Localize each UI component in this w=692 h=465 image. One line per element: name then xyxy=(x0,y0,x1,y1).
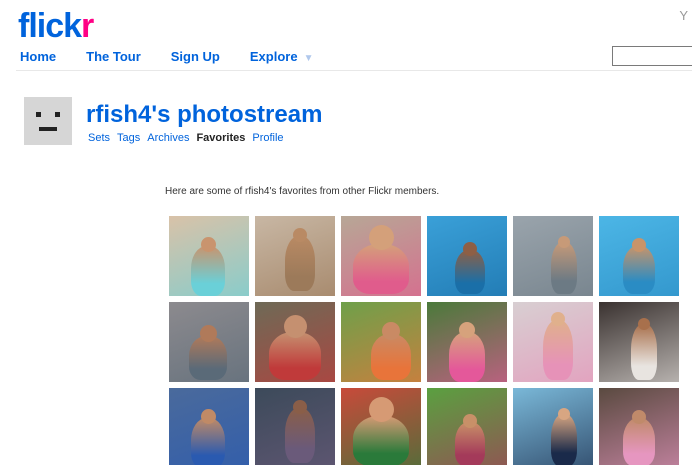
photostream-title[interactable]: rfish4's photostream xyxy=(86,101,322,129)
photo-subject xyxy=(189,336,227,380)
avatar-eye xyxy=(36,112,41,117)
logo-main-text: flick xyxy=(18,7,82,45)
photo-subject xyxy=(285,408,315,463)
photo-subject-head xyxy=(368,225,394,250)
photo-subject xyxy=(371,334,411,380)
photo-subject-head xyxy=(463,242,477,256)
photo-subject-head xyxy=(632,410,646,424)
nav-the-tour[interactable]: The Tour xyxy=(86,49,141,64)
photo-subject-head xyxy=(293,228,307,242)
photo-subject-head xyxy=(463,414,477,428)
favorite-photo-thumbnail[interactable] xyxy=(341,388,421,465)
favorite-photo-thumbnail[interactable] xyxy=(255,388,335,465)
favorite-photo-thumbnail[interactable] xyxy=(513,216,593,296)
favorite-photo-thumbnail[interactable] xyxy=(427,302,507,382)
photo-subject xyxy=(269,332,321,380)
nav-home[interactable]: Home xyxy=(20,49,56,64)
favorite-photo-thumbnail[interactable] xyxy=(427,216,507,296)
photo-subject xyxy=(191,418,225,465)
nav-explore[interactable]: Explore ▼ xyxy=(250,49,314,64)
photo-subject xyxy=(353,416,409,465)
logo-accent-text: r xyxy=(81,7,94,45)
photo-subject xyxy=(623,418,655,465)
tab-archives[interactable]: Archives xyxy=(147,132,189,144)
nav-label: The Tour xyxy=(86,49,141,64)
photo-subject xyxy=(455,422,485,465)
favorite-photo-thumbnail[interactable] xyxy=(169,388,249,465)
photo-subject xyxy=(285,236,315,291)
nav-label: Sign Up xyxy=(170,49,220,64)
nav-label: Explore xyxy=(249,49,298,64)
photo-subject-head xyxy=(283,315,307,338)
tab-favorites[interactable]: Favorites xyxy=(196,132,245,144)
favorite-photo-thumbnail[interactable] xyxy=(427,388,507,465)
photo-subject xyxy=(353,244,409,294)
photo-subject xyxy=(623,246,655,294)
buddy-icon-avatar[interactable] xyxy=(24,97,72,145)
search-input[interactable] xyxy=(612,46,692,66)
favorite-photo-thumbnail[interactable] xyxy=(341,302,421,382)
nav-sign-up[interactable]: Sign Up xyxy=(171,49,220,64)
favorites-grid xyxy=(169,216,689,465)
favorite-photo-thumbnail[interactable] xyxy=(169,302,249,382)
favorite-photo-thumbnail[interactable] xyxy=(599,388,679,465)
main-nav: Home The Tour Sign Up Explore ▼ xyxy=(20,49,343,64)
photo-subject-head xyxy=(459,322,475,338)
favorite-photo-thumbnail[interactable] xyxy=(255,216,335,296)
tab-profile[interactable]: Profile xyxy=(252,132,283,144)
photo-subject-head xyxy=(632,238,646,252)
tab-tags[interactable]: Tags xyxy=(117,132,140,144)
photo-subject-head xyxy=(558,236,570,248)
favorite-photo-thumbnail[interactable] xyxy=(513,302,593,382)
photo-subject-head xyxy=(551,312,565,326)
favorite-photo-thumbnail[interactable] xyxy=(599,302,679,382)
photo-subject-head xyxy=(558,408,570,420)
photo-subject xyxy=(191,246,225,296)
avatar-mouth xyxy=(39,127,57,131)
avatar-eye xyxy=(55,112,60,117)
favorites-intro-text: Here are some of rfish4's favorites from… xyxy=(165,186,440,197)
photo-subject xyxy=(551,414,577,465)
favorite-photo-thumbnail[interactable] xyxy=(169,216,249,296)
favorite-photo-thumbnail[interactable] xyxy=(513,388,593,465)
photo-subject xyxy=(449,332,485,382)
photo-subject-head xyxy=(200,237,216,252)
nav-label: Home xyxy=(20,49,57,64)
photo-subject xyxy=(551,242,577,294)
flickr-page: flickr Y Home The Tour Sign Up Explore ▼ … xyxy=(0,0,692,465)
photostream-subnav: Sets Tags Archives Favorites Profile xyxy=(88,132,291,144)
photo-subject-head xyxy=(199,325,217,342)
photo-subject xyxy=(455,250,485,294)
nav-divider xyxy=(16,70,692,71)
photo-subject xyxy=(543,320,573,380)
flickr-logo[interactable]: flickr xyxy=(18,6,94,46)
favorite-photo-thumbnail[interactable] xyxy=(255,302,335,382)
favorite-photo-thumbnail[interactable] xyxy=(341,216,421,296)
photo-subject-head xyxy=(368,397,394,422)
photo-subject-head xyxy=(382,322,400,340)
photo-subject-head xyxy=(200,409,216,424)
chevron-down-icon[interactable]: ▼ xyxy=(304,53,314,64)
yahoo-mark[interactable]: Y xyxy=(679,8,688,23)
tab-sets[interactable]: Sets xyxy=(88,132,110,144)
favorite-photo-thumbnail[interactable] xyxy=(599,216,679,296)
photo-subject-head xyxy=(638,318,650,330)
photo-subject-head xyxy=(293,400,307,414)
photo-subject xyxy=(631,324,657,380)
